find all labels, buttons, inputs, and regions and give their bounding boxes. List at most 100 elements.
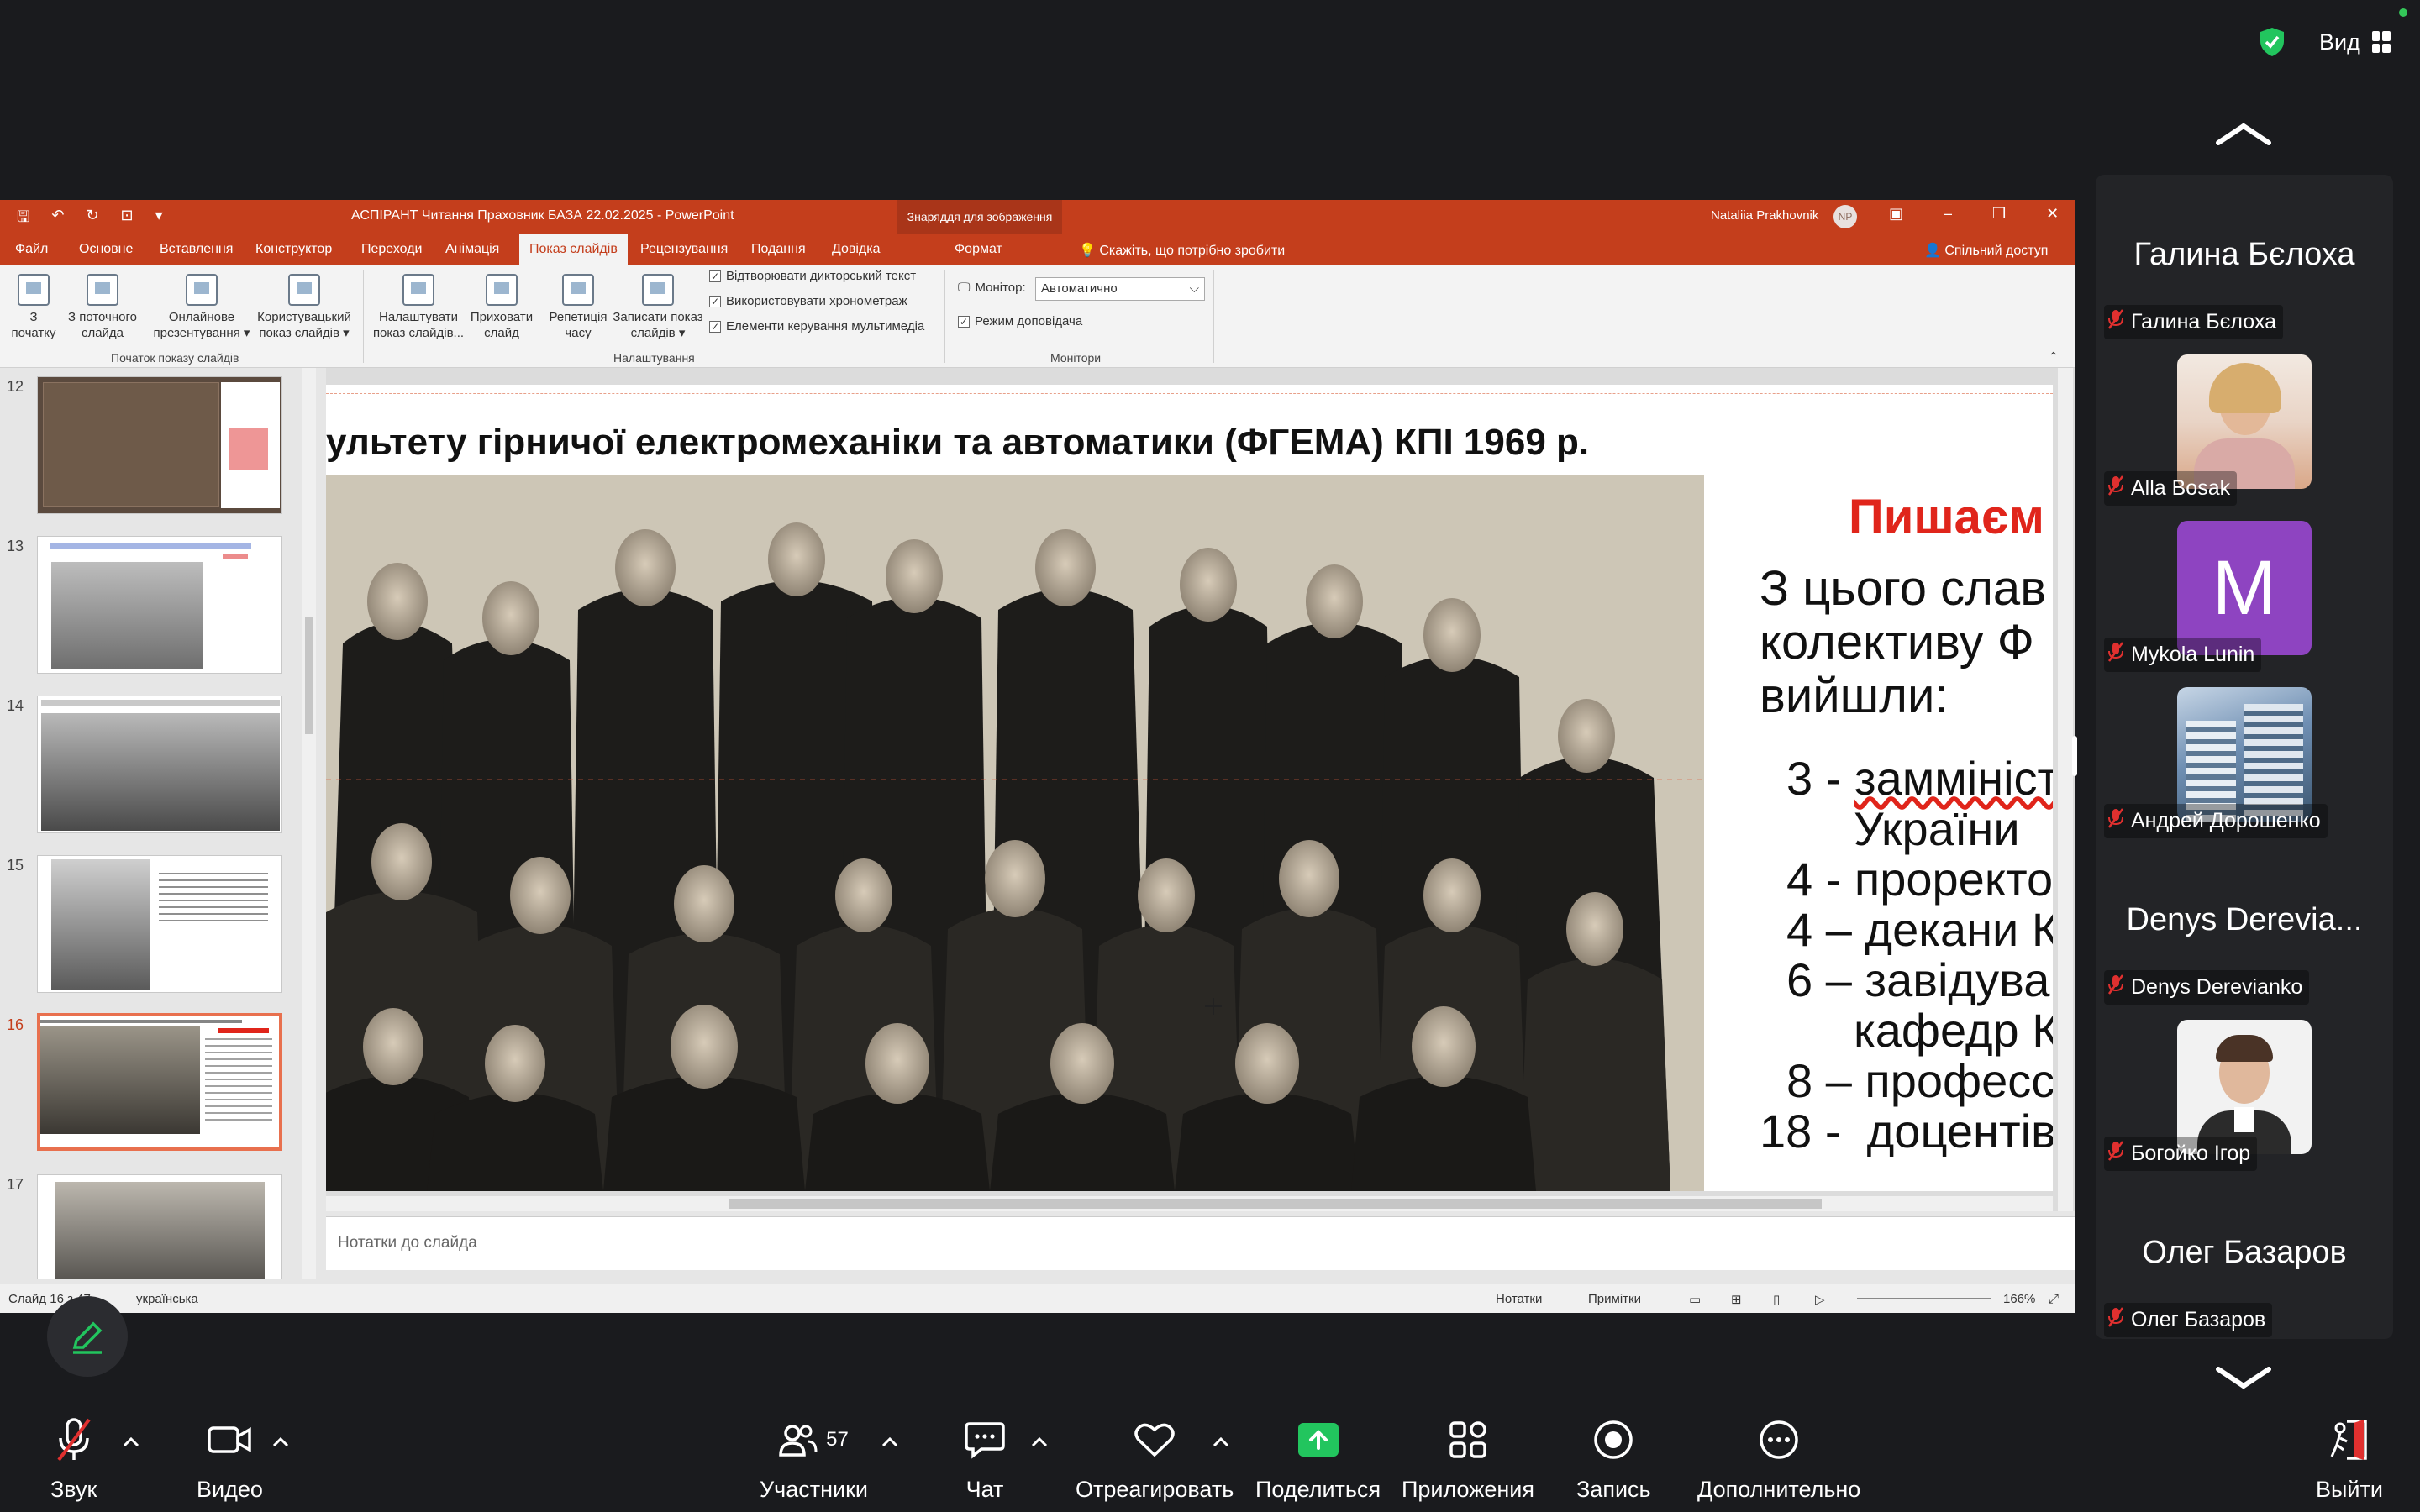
- mic-muted-icon: [2107, 641, 2124, 669]
- participant-tile[interactable]: Олег Базаров Олег Базаров: [2096, 1173, 2393, 1339]
- monitor-select[interactable]: Автоматично ⌵: [1035, 277, 1205, 301]
- timings-checkbox[interactable]: ✓ Використовувати хронометраж: [709, 294, 908, 308]
- media-controls-checkbox[interactable]: ✓ Елементи керування мультимедіа: [709, 319, 924, 333]
- tab-design[interactable]: Конструктор: [255, 242, 332, 257]
- view-button[interactable]: Вид: [2319, 25, 2391, 59]
- minimize-icon[interactable]: –: [1944, 205, 1952, 223]
- scrollbar-thumb[interactable]: [305, 617, 313, 734]
- video-options-caret-icon[interactable]: [271, 1436, 290, 1448]
- collapse-ribbon-icon[interactable]: ⌃: [2049, 349, 2059, 364]
- from-current-button[interactable]: З поточного слайда: [60, 274, 145, 341]
- react-options-caret-icon[interactable]: [1212, 1436, 1230, 1448]
- tab-transitions[interactable]: Переходи: [361, 242, 422, 257]
- zoom-slider[interactable]: [1857, 1298, 1991, 1299]
- tab-file[interactable]: Файл: [15, 242, 48, 257]
- participant-tile[interactable]: Denys Derevia... Denys Derevianko: [2096, 840, 2393, 1006]
- slideshow-view-icon[interactable]: ▷: [1815, 1292, 1825, 1307]
- share-button[interactable]: 👤 Спільний доступ: [1924, 242, 2048, 259]
- slide-editing-area[interactable]: ультету гірничої електромеханіки та авто…: [326, 368, 2075, 1211]
- close-icon[interactable]: ✕: [2046, 205, 2059, 223]
- more-button[interactable]: Дополнительно: [1697, 1416, 1860, 1503]
- narration-checkbox[interactable]: ✓ Відтворювати дикторський текст: [709, 269, 916, 283]
- reading-view-icon[interactable]: ▯: [1773, 1292, 1780, 1307]
- custom-show-button[interactable]: Користувацький показ слайдів ▾: [252, 274, 356, 341]
- rehearse-timings-button[interactable]: Репетиція часу: [543, 274, 613, 341]
- slide-thumbnail[interactable]: [37, 376, 282, 514]
- tab-home[interactable]: Основне: [79, 242, 133, 257]
- ppt-user-name[interactable]: Nataliia Prakhovnik: [1711, 208, 1818, 223]
- apps-button[interactable]: Приложения: [1402, 1416, 1534, 1503]
- hide-slide-button[interactable]: Приховати слайд: [466, 274, 538, 341]
- fit-slide-icon[interactable]: ⤢: [2049, 1292, 2059, 1306]
- participant-tile[interactable]: Андрей Дорошенко: [2096, 674, 2393, 840]
- redo-icon[interactable]: ↻: [86, 207, 98, 232]
- tab-animations[interactable]: Анімація: [445, 242, 499, 257]
- react-button[interactable]: Отреагировать: [1076, 1416, 1234, 1503]
- record-label: Запись: [1576, 1477, 1651, 1502]
- tab-view[interactable]: Подання: [751, 242, 806, 257]
- slide-thumbnail[interactable]: [37, 536, 282, 674]
- slide-sorter-icon[interactable]: ⊞: [1731, 1292, 1742, 1307]
- ribbon-display-icon[interactable]: ▣: [1889, 205, 1903, 223]
- participant-tile[interactable]: M Mykola Lunin: [2096, 507, 2393, 674]
- gallery-scroll-down-icon[interactable]: [2210, 1361, 2277, 1394]
- chat-button[interactable]: Чат: [965, 1416, 1005, 1503]
- participant-tile[interactable]: Богойко Ігор: [2096, 1006, 2393, 1173]
- audio-options-caret-icon[interactable]: [122, 1436, 140, 1448]
- chat-options-caret-icon[interactable]: [1030, 1436, 1049, 1448]
- undo-icon[interactable]: ↶: [51, 207, 64, 232]
- participant-display-name: Галина Бєлоха: [2133, 237, 2355, 272]
- share-screen-button[interactable]: Поделиться: [1255, 1416, 1381, 1503]
- slide-horizontal-scrollbar[interactable]: [326, 1196, 2053, 1211]
- video-button[interactable]: Видео: [197, 1416, 263, 1503]
- tab-review[interactable]: Рецензування: [640, 242, 728, 257]
- normal-view-icon[interactable]: ▭: [1689, 1292, 1701, 1307]
- zoom-level[interactable]: 166%: [2003, 1292, 2035, 1306]
- leave-button[interactable]: Выйти: [2316, 1416, 2383, 1503]
- from-beginning-button[interactable]: З початку: [7, 274, 60, 341]
- notes-pane[interactable]: Нотатки до слайда: [326, 1216, 2075, 1270]
- encryption-shield-icon[interactable]: [2259, 27, 2286, 57]
- slide-thumbnails-pane[interactable]: 12 13 14 15 16 17: [0, 368, 319, 1279]
- tab-format[interactable]: Формат: [955, 242, 1002, 257]
- comments-toggle[interactable]: Примітки: [1588, 1292, 1641, 1306]
- participants-button[interactable]: 57 Участники: [760, 1416, 868, 1503]
- present-icon[interactable]: ⊡: [121, 207, 134, 232]
- thumbnails-scrollbar[interactable]: [302, 368, 316, 1279]
- tell-me-search[interactable]: 💡 Скажіть, що потрібно зробити: [1079, 242, 1285, 259]
- present-online-button[interactable]: Онлайнове презентування ▾: [151, 274, 252, 341]
- slide-vertical-scrollbar[interactable]: [2058, 368, 2073, 1211]
- tab-slideshow[interactable]: Показ слайдів: [519, 234, 628, 265]
- annotate-button[interactable]: [47, 1296, 128, 1377]
- participants-options-caret-icon[interactable]: [881, 1436, 899, 1448]
- current-slide[interactable]: ультету гірничої електромеханіки та авто…: [326, 385, 2053, 1191]
- video-camera-icon: [207, 1416, 252, 1463]
- tab-help[interactable]: Довідка: [832, 242, 881, 257]
- scrollbar-thumb[interactable]: [729, 1199, 1822, 1209]
- save-icon[interactable]: 🖫: [17, 207, 29, 232]
- language-indicator[interactable]: українська: [136, 1292, 198, 1306]
- panel-resize-handle[interactable]: [2072, 736, 2077, 776]
- participant-tile[interactable]: Галина Бєлоха Галина Бєлоха: [2096, 175, 2393, 341]
- record-show-button[interactable]: Записати показ слайдів ▾: [612, 274, 704, 341]
- custom-show-icon: [288, 274, 320, 306]
- gallery-scroll-up-icon[interactable]: [2210, 118, 2277, 151]
- slide-thumbnail[interactable]: [37, 696, 282, 833]
- tab-insert[interactable]: Вставлення: [160, 242, 233, 257]
- participant-tile[interactable]: Alla Bosak: [2096, 341, 2393, 507]
- shared-screen-powerpoint[interactable]: 🖫 ↶ ↻ ⊡ ▾ АСПІРАНТ Читання Праховник БАЗ…: [0, 200, 2075, 1313]
- slide-text-block[interactable]: Пишаєм З цього слав колективу Ф вийшли: …: [1760, 489, 2053, 1157]
- audio-button[interactable]: Звук: [50, 1416, 97, 1503]
- restore-icon[interactable]: ❐: [1992, 205, 2006, 223]
- ppt-user-avatar[interactable]: NP: [1833, 205, 1857, 228]
- customize-qat-icon[interactable]: ▾: [155, 207, 163, 232]
- slide-thumbnail[interactable]: [37, 1174, 282, 1279]
- record-button[interactable]: Запись: [1576, 1416, 1651, 1503]
- group-photo[interactable]: [326, 475, 1704, 1191]
- slide-thumbnail-selected[interactable]: [37, 1013, 282, 1151]
- list-text: проректо: [1854, 853, 2053, 906]
- notes-toggle[interactable]: Нотатки: [1496, 1292, 1542, 1306]
- setup-show-button[interactable]: Налаштувати показ слайдів...: [371, 274, 466, 341]
- slide-thumbnail[interactable]: [37, 855, 282, 993]
- presenter-view-checkbox[interactable]: ✓ Режим доповідача: [958, 314, 1082, 328]
